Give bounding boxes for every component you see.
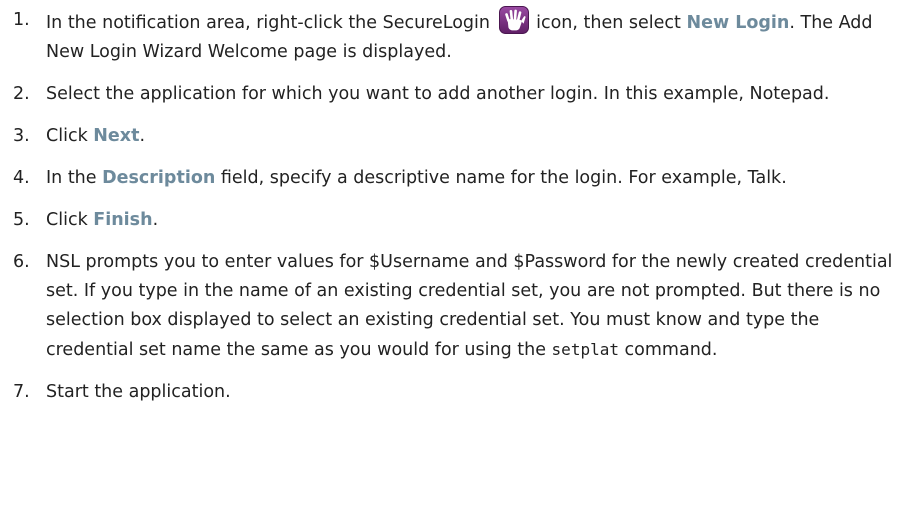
- step-7: 7. Start the application.: [10, 378, 910, 407]
- step-text: Click: [46, 210, 94, 230]
- step-text: NSL prompts you to enter values for $Use…: [46, 252, 893, 360]
- step-text: Start the application.: [46, 382, 231, 402]
- ui-label-description: Description: [102, 168, 216, 188]
- step-text: Select the application for which you wan…: [46, 84, 830, 104]
- step-number: 4.: [13, 168, 30, 188]
- step-text: icon, then select: [530, 13, 687, 33]
- step-number: 6.: [13, 252, 30, 272]
- step-5: 5. Click Finish.: [10, 206, 910, 235]
- step-4: 4. In the Description field, specify a d…: [10, 164, 910, 193]
- step-text: .: [152, 210, 159, 230]
- command-setplat: setplat: [551, 340, 619, 359]
- step-number: 3.: [13, 126, 30, 146]
- step-text: field, specify a descriptive name for th…: [215, 168, 787, 188]
- step-text: In the: [46, 168, 103, 188]
- step-3: 3. Click Next.: [10, 122, 910, 151]
- step-number: 7.: [13, 382, 30, 402]
- step-text: command.: [618, 340, 718, 360]
- procedure-steps: 1. In the notification area, right-click…: [10, 6, 910, 407]
- securelogin-hand-icon: [498, 6, 529, 34]
- step-6: 6. NSL prompts you to enter values for $…: [10, 248, 910, 365]
- step-2: 2. Select the application for which you …: [10, 80, 910, 109]
- step-number: 2.: [13, 84, 30, 104]
- step-text: .: [139, 126, 146, 146]
- ui-label-new-login: New Login: [686, 13, 790, 33]
- step-1: 1. In the notification area, right-click…: [10, 6, 910, 67]
- step-text: In the notification area, right-click th…: [46, 13, 496, 33]
- step-text: Click: [46, 126, 94, 146]
- ui-label-finish: Finish: [93, 210, 153, 230]
- ui-label-next: Next: [93, 126, 140, 146]
- step-number: 1.: [13, 10, 30, 30]
- step-number: 5.: [13, 210, 30, 230]
